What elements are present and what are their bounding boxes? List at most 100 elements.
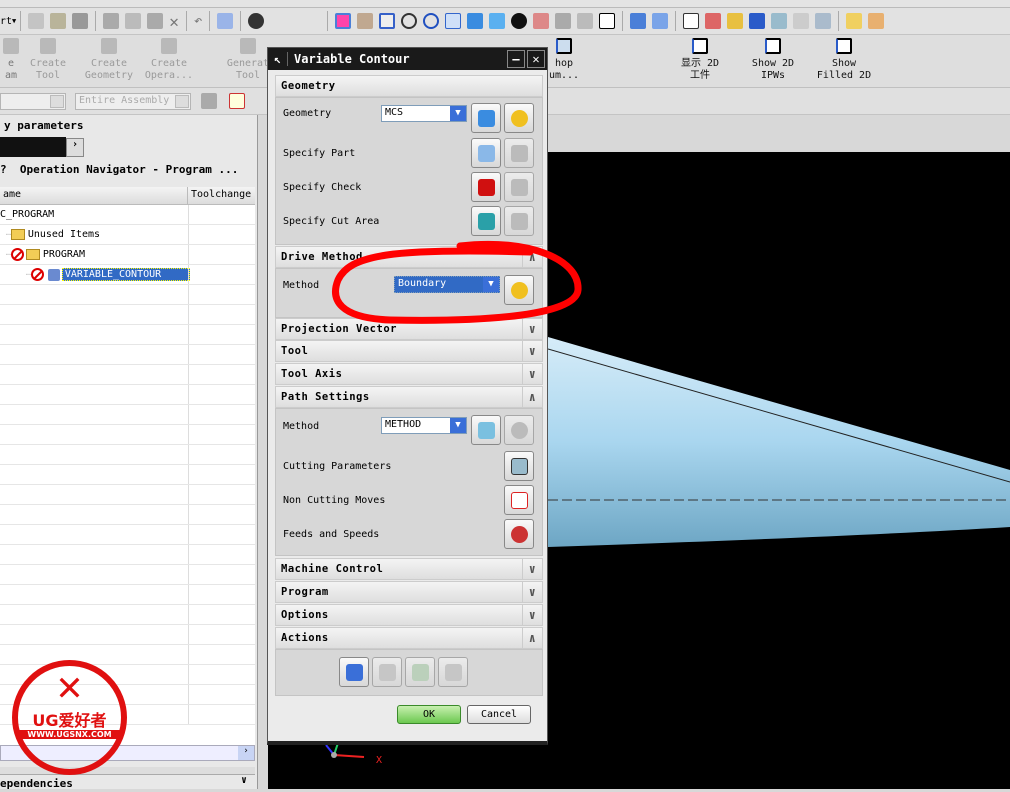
zoom-window-icon[interactable] <box>357 13 374 29</box>
hidden-edges-icon[interactable] <box>533 13 550 29</box>
geometry-select[interactable]: MCS ▼ <box>381 105 467 122</box>
information-icon[interactable] <box>217 13 234 29</box>
dialog-title-bar: ↖ Variable Contour – ✕ <box>268 48 547 70</box>
selection-scope-select[interactable]: Entire Assembly <box>75 93 191 110</box>
non-cutting-moves-button[interactable] <box>504 485 534 515</box>
list-icon <box>438 657 468 687</box>
chevron-down-icon: ∨ <box>522 605 542 625</box>
undo-icon[interactable]: ↶ <box>194 13 202 29</box>
background-icon[interactable] <box>599 13 616 29</box>
section-program[interactable]: Program ∨ <box>275 581 543 603</box>
assembly-icon[interactable] <box>201 93 217 109</box>
cut-icon[interactable] <box>103 13 120 29</box>
zoom-icon[interactable] <box>401 13 418 29</box>
rotate-icon[interactable] <box>423 13 440 29</box>
dropdown-arrow-icon[interactable]: ▼ <box>12 17 16 25</box>
save-icon[interactable] <box>72 13 89 29</box>
empty-row <box>0 345 255 365</box>
new-icon[interactable] <box>28 13 45 29</box>
copy-icon[interactable] <box>125 13 142 29</box>
ok-button[interactable]: OK <box>397 705 461 724</box>
chevron-down-icon: ∨ <box>522 341 542 361</box>
start-menu-button[interactable]: rt <box>0 16 12 27</box>
edit-geometry-button[interactable] <box>504 103 534 133</box>
create-tool-button[interactable]: Create Tool <box>26 38 70 82</box>
table-row[interactable]: ┈ Unused Items <box>0 225 255 245</box>
panel-splitter[interactable] <box>0 767 255 775</box>
feeds-speeds-button[interactable] <box>504 519 534 549</box>
swap-icon[interactable] <box>771 13 788 29</box>
section-tool-axis[interactable]: Tool Axis ∨ <box>275 363 543 385</box>
section-options[interactable]: Options ∨ <box>275 604 543 626</box>
path-method-select[interactable]: METHOD ▼ <box>381 417 467 434</box>
close-button[interactable]: ✕ <box>527 50 545 68</box>
display-check-button <box>504 172 534 202</box>
column-name[interactable]: ame <box>0 187 188 204</box>
pan-icon[interactable] <box>445 13 462 29</box>
graphics-viewport[interactable] <box>548 152 1010 789</box>
play-icon[interactable] <box>749 13 766 29</box>
delete-icon[interactable]: ✕ <box>169 12 179 31</box>
generate-tool-button[interactable]: Generat Tool <box>224 38 272 82</box>
cancel-button[interactable]: Cancel <box>467 705 531 724</box>
snap-icon[interactable] <box>683 13 700 29</box>
folder-icon <box>25 249 40 260</box>
panel-title: y parameters <box>4 119 84 132</box>
empty-row <box>0 605 255 625</box>
paste-icon[interactable] <box>147 13 164 29</box>
palette-icon[interactable] <box>727 13 744 29</box>
create-geometry-button[interactable]: Create Geometry <box>82 38 136 82</box>
zoom-area-icon[interactable] <box>379 13 396 29</box>
show-filled-2d-button[interactable]: Show Filled 2D <box>812 38 876 82</box>
specify-check-button[interactable] <box>471 172 501 202</box>
angle-icon[interactable] <box>868 13 885 29</box>
operation-icon <box>47 268 60 281</box>
display-cut-area-button <box>504 206 534 236</box>
csys-icon[interactable] <box>630 13 647 29</box>
section-machine-control[interactable]: Machine Control ∨ <box>275 558 543 580</box>
table-row[interactable]: C_PROGRAM <box>0 205 255 225</box>
show-2d-ipws-button[interactable]: Show 2D IPWs <box>745 38 801 82</box>
table-row[interactable]: ┈ VARIABLE_CONTOUR <box>0 265 255 285</box>
empty-row <box>0 305 255 325</box>
empty-row <box>0 445 255 465</box>
specify-part-button[interactable] <box>471 138 501 168</box>
section-geometry[interactable]: Geometry <box>275 75 543 97</box>
cutting-parameters-button[interactable] <box>504 451 534 481</box>
select-icon[interactable] <box>705 13 722 29</box>
section-tool[interactable]: Tool ∨ <box>275 340 543 362</box>
create-program-button[interactable]: e am <box>0 38 22 82</box>
section-path-settings[interactable]: Path Settings ∧ <box>275 386 543 408</box>
fit-icon[interactable] <box>335 13 352 29</box>
measure-icon[interactable] <box>846 13 863 29</box>
empty-row <box>0 385 255 405</box>
shaded-icon[interactable] <box>489 13 506 29</box>
snap-point-icon[interactable] <box>229 93 245 109</box>
tab-next-button[interactable]: › <box>66 138 84 157</box>
solid-icon[interactable] <box>555 13 572 29</box>
open-icon[interactable] <box>50 13 67 29</box>
standard-toolbar: rt ▼ ✕ ↶ <box>0 8 1010 35</box>
binoculars-icon[interactable] <box>248 13 265 29</box>
new-geometry-button[interactable] <box>471 103 501 133</box>
row-name: C_PROGRAM <box>0 209 55 220</box>
create-operation-button[interactable]: Create Opera... <box>142 38 196 82</box>
shop-documentation-button[interactable]: hop um... <box>546 38 582 82</box>
cursor-icon[interactable] <box>793 13 810 29</box>
plane-icon[interactable] <box>577 13 594 29</box>
specify-cut-area-button[interactable] <box>471 206 501 236</box>
table-row[interactable]: ┈ PROGRAM <box>0 245 255 265</box>
swap-2-icon[interactable] <box>815 13 832 29</box>
box-icon[interactable] <box>467 13 484 29</box>
wireframe-icon[interactable] <box>511 13 528 29</box>
csys-2-icon[interactable] <box>652 13 669 29</box>
show-2d-workpiece-button[interactable]: 显示 2D 工件 <box>672 38 728 82</box>
generate-icon[interactable] <box>339 657 369 687</box>
minimize-button[interactable]: – <box>507 50 525 68</box>
column-toolchange[interactable]: Toolchange <box>188 187 254 204</box>
section-actions[interactable]: Actions ∧ <box>275 627 543 649</box>
new-method-button[interactable] <box>471 415 501 445</box>
type-filter-select[interactable] <box>0 93 66 110</box>
pin-icon[interactable]: ↖ <box>268 52 288 66</box>
empty-row <box>0 405 255 425</box>
